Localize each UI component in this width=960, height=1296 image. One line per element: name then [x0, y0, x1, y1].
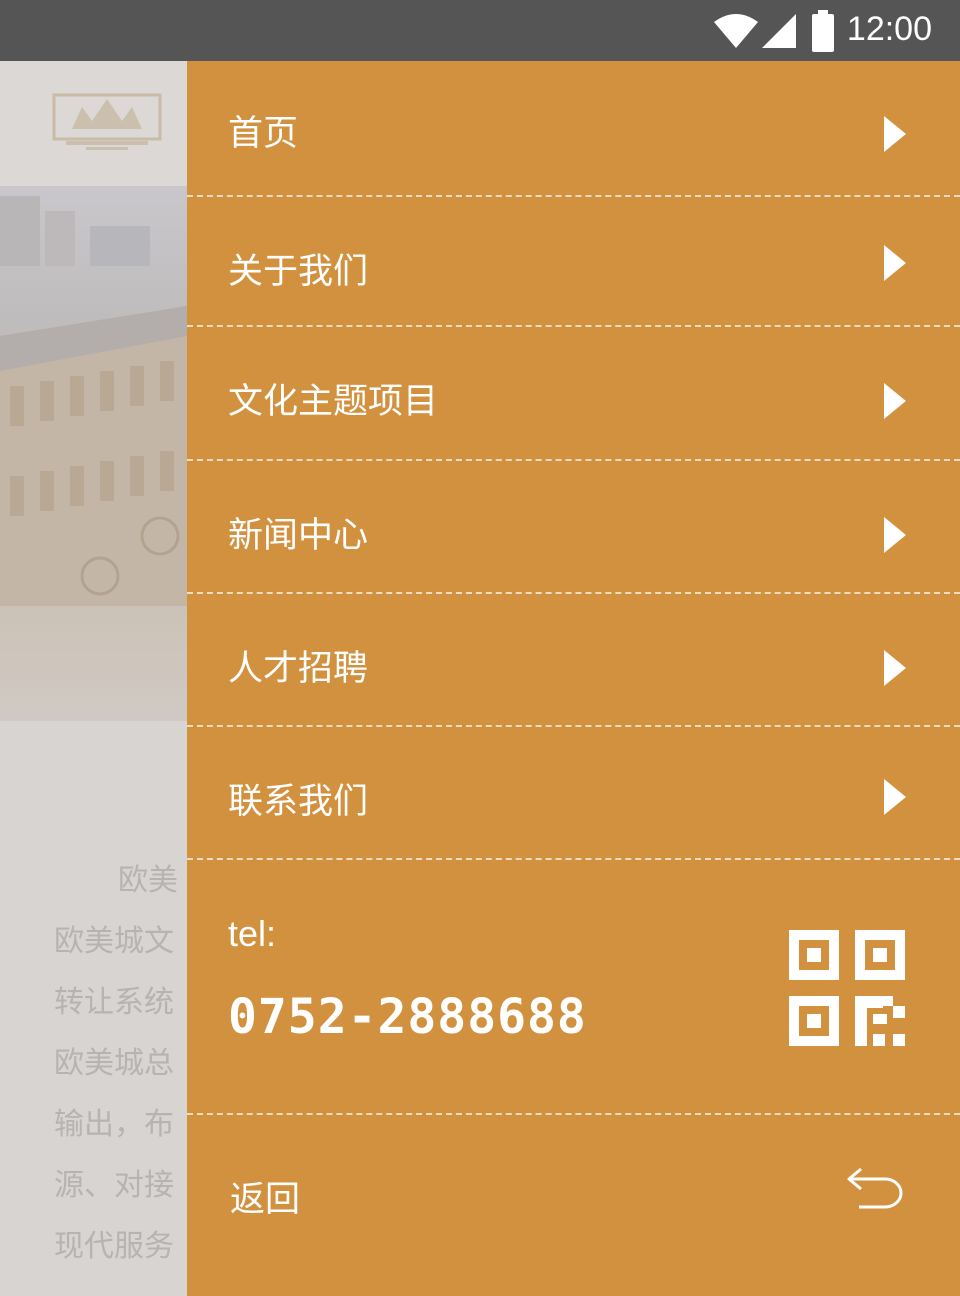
- menu-item-label: 文化主题项目: [228, 382, 439, 422]
- chevron-right-icon: [884, 650, 906, 686]
- background-hero-image: [0, 186, 187, 721]
- menu-item-contact[interactable]: 联系我们: [187, 727, 960, 860]
- menu-item-about[interactable]: 关于我们: [187, 197, 960, 327]
- menu-item-news[interactable]: 新闻中心: [187, 461, 960, 594]
- chevron-right-icon: [884, 517, 906, 553]
- menu-item-label: 人才招聘: [228, 649, 369, 689]
- background-text-line: 源、对接: [54, 1168, 174, 1203]
- chevron-right-icon: [884, 116, 906, 152]
- status-bar: 12:00: [0, 0, 960, 61]
- background-text-line: 现代服务: [54, 1229, 174, 1264]
- drawer-divider: [187, 1113, 960, 1115]
- background-text-line: 转让系统: [54, 985, 174, 1020]
- tel-number[interactable]: 0752-2888688: [228, 989, 587, 1045]
- background-paragraph: 欧美 欧美城文 转让系统 欧美城总 输出，布 源、对接 现代服务: [54, 850, 194, 1277]
- chevron-right-icon: [884, 383, 906, 419]
- back-label[interactable]: 返回: [230, 1171, 300, 1222]
- menu-item-label: 联系我们: [228, 782, 369, 822]
- chevron-right-icon: [884, 245, 906, 281]
- chevron-right-icon: [884, 779, 906, 815]
- background-text-line: 欧美: [118, 863, 178, 898]
- menu-item-culture-projects[interactable]: 文化主题项目: [187, 327, 960, 461]
- battery-icon: [812, 10, 834, 52]
- logo-icon: [52, 93, 162, 150]
- qr-code-icon[interactable]: [789, 930, 905, 1046]
- status-time: 12:00: [846, 10, 932, 48]
- navigation-drawer: 首页 关于我们 文化主题项目 新闻中心 人才招聘 联系我们 tel: 0752-…: [187, 61, 960, 1296]
- back-arrow-icon[interactable]: [847, 1165, 907, 1209]
- menu-item-careers[interactable]: 人才招聘: [187, 594, 960, 727]
- menu-item-home[interactable]: 首页: [187, 61, 960, 197]
- menu-item-label: 关于我们: [228, 252, 369, 292]
- background-text-line: 欧美城文: [54, 924, 174, 959]
- signal-icon: [762, 14, 796, 48]
- background-header: [0, 61, 187, 186]
- tel-label: tel:: [228, 913, 277, 954]
- wifi-icon: [714, 14, 758, 48]
- background-text-line: 输出，布: [54, 1107, 174, 1142]
- menu-item-label: 新闻中心: [228, 516, 369, 556]
- background-text-line: 欧美城总: [54, 1046, 174, 1081]
- menu-item-label: 首页: [228, 114, 299, 154]
